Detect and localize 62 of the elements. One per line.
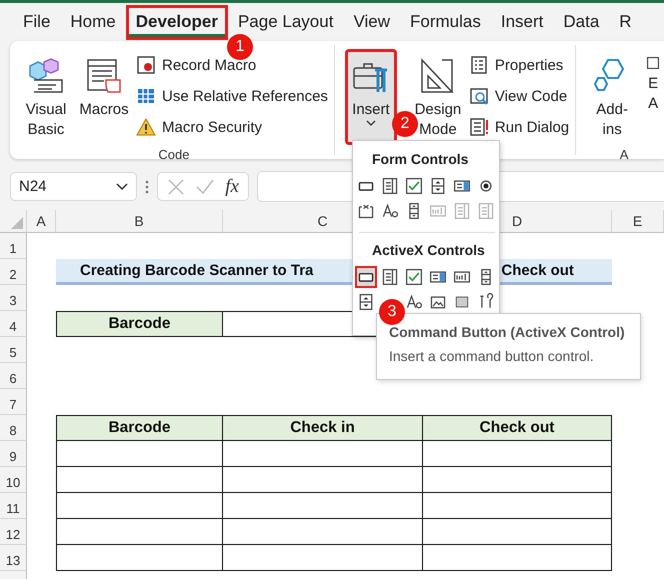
row-number: 3 bbox=[0, 285, 27, 311]
ribbon-tab[interactable]: Data bbox=[553, 4, 610, 40]
column-header: Check in bbox=[223, 415, 423, 441]
grid-icon bbox=[136, 86, 156, 106]
row-number: 7 bbox=[0, 389, 27, 415]
checkbox-icon[interactable] bbox=[403, 175, 425, 197]
ribbon-command[interactable]: Properties bbox=[468, 53, 570, 77]
tooltip-text: Insert a command button control. bbox=[389, 348, 595, 364]
row-number: 6 bbox=[0, 363, 27, 389]
step-badge: 1 bbox=[227, 34, 253, 60]
row-number: 12 bbox=[0, 519, 27, 545]
title-text: Check out bbox=[501, 262, 574, 279]
check-icon[interactable] bbox=[195, 178, 216, 196]
row-number: 13 bbox=[0, 545, 27, 571]
insert-function-button[interactable]: fx bbox=[225, 176, 239, 198]
ribbon-tab[interactable]: R bbox=[609, 4, 642, 40]
ribbon-button[interactable]: Macros bbox=[78, 49, 130, 145]
row-number: 10 bbox=[0, 467, 27, 493]
section-heading: Form Controls bbox=[371, 151, 470, 167]
ribbon-button[interactable]: Visual Basic bbox=[20, 49, 72, 145]
run-dialog-icon bbox=[468, 117, 489, 137]
ribbon-tab[interactable]: Formulas bbox=[400, 4, 491, 40]
properties-icon bbox=[468, 55, 489, 75]
column-header: Barcode bbox=[56, 415, 223, 441]
row-number: 9 bbox=[0, 441, 27, 467]
row-number: 2 bbox=[0, 259, 27, 285]
column-letter[interactable]: A bbox=[27, 210, 56, 233]
record-icon bbox=[136, 55, 156, 75]
ribbon-command[interactable]: View Code bbox=[468, 84, 570, 108]
row-number: 4 bbox=[0, 311, 27, 337]
ribbon-command[interactable]: Run Dialog bbox=[468, 115, 570, 139]
ribbon-button[interactable]: E A bbox=[644, 49, 662, 145]
name-box[interactable]: N24 bbox=[10, 172, 137, 201]
ribbon-tab[interactable]: View bbox=[343, 4, 400, 40]
row-number: 8 bbox=[0, 415, 27, 441]
ribbon-command[interactable]: Use Relative References bbox=[136, 84, 328, 108]
column-letter[interactable]: E bbox=[612, 210, 664, 233]
command-button-icon[interactable] bbox=[355, 266, 377, 288]
column-letter[interactable]: B bbox=[56, 210, 223, 233]
chevron-down-icon bbox=[116, 182, 128, 190]
warning-icon bbox=[136, 117, 156, 137]
column-header: Check out bbox=[423, 415, 612, 441]
ribbon-command[interactable]: Macro Security bbox=[136, 115, 328, 139]
add-in-icon bbox=[646, 56, 660, 70]
ribbon-tab[interactable]: Home bbox=[60, 4, 126, 40]
row-number: 1 bbox=[0, 233, 27, 259]
row-number: 5 bbox=[0, 337, 27, 363]
checkbox-icon[interactable] bbox=[403, 266, 425, 288]
drag-handle-icon bbox=[145, 180, 149, 194]
ribbon-button[interactable]: Add- ins bbox=[586, 49, 638, 145]
tooltip-title: Command Button (ActiveX Control) bbox=[389, 324, 626, 340]
group-label: A bbox=[618, 146, 630, 159]
ribbon-tab[interactable]: Developer bbox=[126, 4, 228, 40]
group-label: Code bbox=[157, 146, 190, 159]
row-number: 11 bbox=[0, 493, 27, 519]
ribbon-tab[interactable]: Insert bbox=[490, 4, 554, 40]
title-text: Creating Barcode Scanner to Tra bbox=[80, 262, 314, 279]
view-code-icon bbox=[468, 86, 489, 106]
ribbon-tab[interactable]: File bbox=[13, 4, 60, 40]
label-cell: Barcode bbox=[56, 311, 223, 337]
section-heading: ActiveX Controls bbox=[371, 242, 486, 258]
ribbon-button[interactable]: Insert bbox=[344, 49, 397, 145]
